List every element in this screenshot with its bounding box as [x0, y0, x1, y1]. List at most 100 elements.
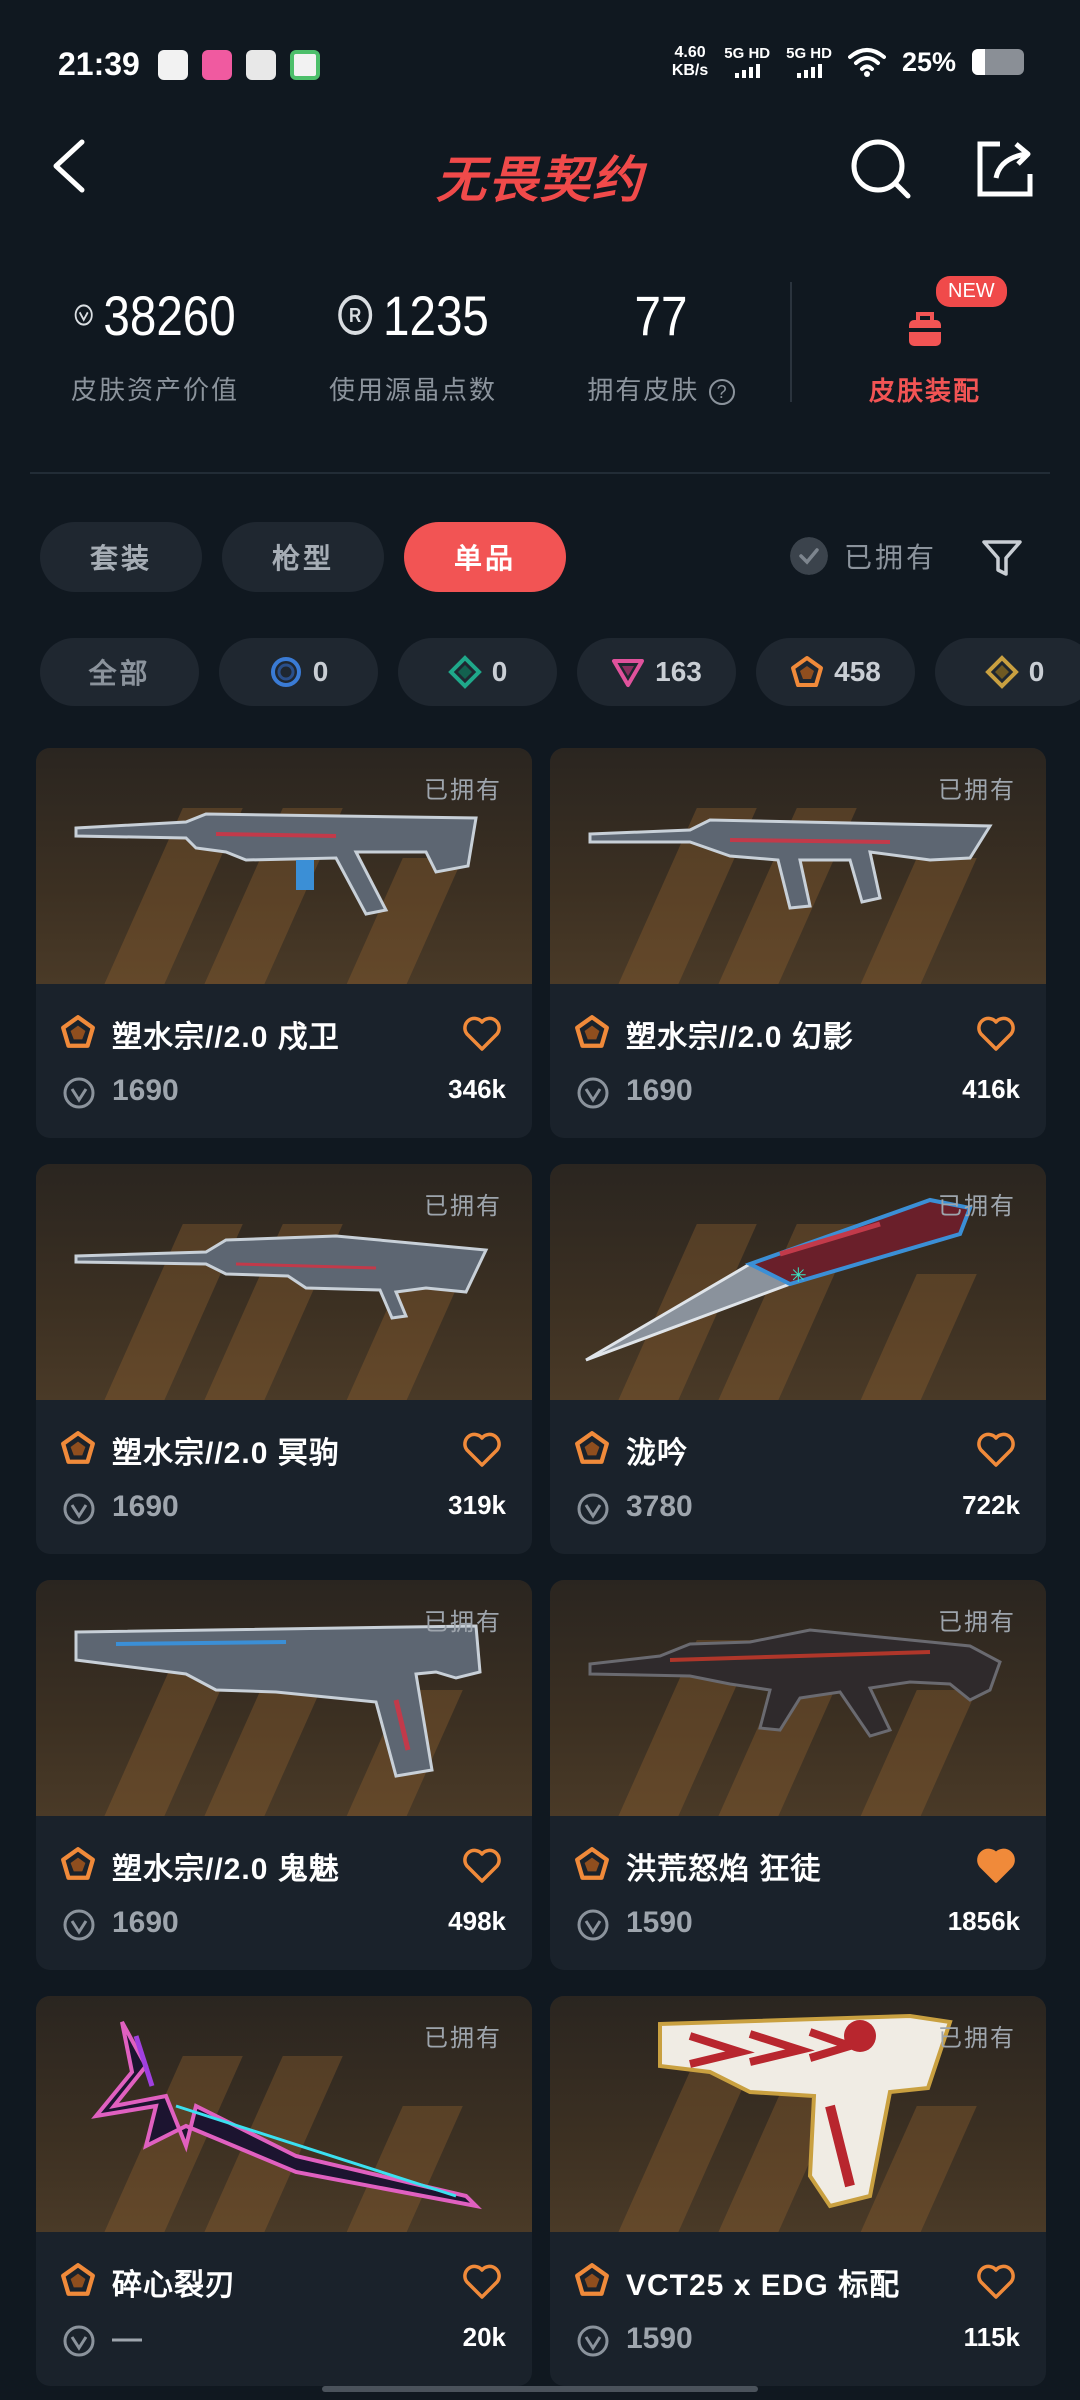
- skin-card[interactable]: 已拥有 塑水宗//2.0 冥驹 1690 319k: [36, 1164, 532, 1554]
- asset-stat: 38260 皮肤资产价值: [60, 280, 250, 407]
- green-diamond-icon: [447, 655, 482, 689]
- status-bar: 21:39 4.60 KB/s 5G HD 5G HD 25%: [0, 0, 1080, 120]
- share-icon[interactable]: [972, 136, 1038, 202]
- chip-select-tier[interactable]: 0: [219, 638, 378, 706]
- skin-name: 塑水宗//2.0 戍卫: [112, 1021, 340, 1054]
- equip-bag-icon: [909, 312, 941, 346]
- blue-ring-icon: [270, 657, 301, 687]
- app-notification-icon: [246, 50, 276, 80]
- wifi-icon: [847, 48, 886, 77]
- category-tabs: 套装 枪型 单品: [40, 522, 566, 592]
- skin-name: 泷吟: [626, 1437, 688, 1470]
- owned-tag: 已拥有: [424, 1609, 502, 1636]
- skin-equip-button[interactable]: NEW 皮肤装配: [860, 276, 1007, 408]
- like-count: 722k: [962, 1490, 1020, 1520]
- vp-coin-icon: [63, 1909, 95, 1941]
- like-count: 115k: [963, 2322, 1020, 2352]
- exclusive-tier-icon: [575, 1847, 609, 1880]
- asset-value-row: 38260: [74, 280, 236, 350]
- tab-weapon-types[interactable]: 枪型: [222, 522, 384, 592]
- heart-filled-icon[interactable]: [976, 1848, 1016, 1884]
- skin-card[interactable]: 已拥有 塑水宗//2.0 鬼魅 1690 498k: [36, 1580, 532, 1970]
- tab-bundles[interactable]: 套装: [40, 522, 202, 592]
- skin-price: 1690: [112, 1074, 179, 1107]
- skin-card[interactable]: 已拥有 塑水宗//2.0 戍卫 1690 346k: [36, 748, 532, 1138]
- skin-grid: 已拥有 塑水宗//2.0 戍卫 1690 346k 已拥有 塑水宗//2.0 幻…: [36, 748, 1046, 2386]
- app-notification-icon: [158, 50, 188, 80]
- heart-outline-icon[interactable]: [462, 1848, 502, 1884]
- chip-deluxe-tier[interactable]: 0: [398, 638, 557, 706]
- heart-outline-icon[interactable]: [462, 2264, 502, 2300]
- owned-filter-toggle[interactable]: 已拥有: [790, 536, 937, 576]
- filter-icon[interactable]: [980, 536, 1024, 580]
- skin-card[interactable]: 已拥有 洪荒怒焰 狂徒 1590 1856k: [550, 1580, 1046, 1970]
- skin-name: 洪荒怒焰 狂徒: [626, 1853, 822, 1886]
- tab-single-items[interactable]: 单品: [404, 522, 566, 592]
- owned-tag: 已拥有: [938, 777, 1016, 804]
- owned-tag: 已拥有: [424, 1193, 502, 1220]
- chip-count: 0: [312, 656, 329, 687]
- heart-outline-icon[interactable]: [462, 1016, 502, 1052]
- skin-price: 3780: [626, 1490, 693, 1523]
- pink-triangle-icon: [612, 659, 645, 687]
- skin-name: 塑水宗//2.0 鬼魅: [112, 1853, 340, 1886]
- vp-coin-icon: [577, 1909, 609, 1941]
- like-count: 319k: [448, 1490, 506, 1520]
- chip-ultra-tier[interactable]: 0: [935, 638, 1080, 706]
- heart-outline-icon[interactable]: [976, 1432, 1016, 1468]
- signal-bars-icon: [786, 62, 832, 78]
- owned-label-row[interactable]: 拥有皮肤 ?: [576, 370, 746, 407]
- skin-name: 塑水宗//2.0 幻影: [626, 1021, 854, 1054]
- exclusive-tier-icon: [575, 1431, 609, 1464]
- app-notification-icon: [202, 50, 232, 80]
- status-time: 21:39: [58, 46, 140, 82]
- skin-name: 塑水宗//2.0 冥驹: [112, 1437, 340, 1470]
- chip-exclusive-tier[interactable]: 458: [756, 638, 915, 706]
- skin-card[interactable]: 已拥有 塑水宗//2.0 幻影 1690 416k: [550, 748, 1046, 1138]
- like-count: 1856k: [947, 1906, 1020, 1936]
- chip-all[interactable]: 全部: [40, 638, 199, 706]
- skin-price: 1590: [626, 1906, 693, 1939]
- skin-price: 1690: [112, 1906, 179, 1939]
- heart-outline-icon[interactable]: [976, 1016, 1016, 1052]
- owned-tag: 已拥有: [938, 1193, 1016, 1220]
- signal-bars-icon: [724, 62, 770, 78]
- owned-tag: 已拥有: [424, 2025, 502, 2052]
- net-label-2: 5G HD: [786, 45, 832, 62]
- search-icon[interactable]: [848, 136, 914, 202]
- chip-premium-tier[interactable]: 163: [577, 638, 736, 706]
- exclusive-tier-icon: [61, 2263, 95, 2296]
- signal-2: 5G HD: [786, 46, 832, 78]
- gold-diamond-icon: [984, 655, 1019, 689]
- chip-count: 0: [491, 656, 508, 687]
- vp-coin-icon: [63, 1077, 95, 1109]
- section-divider: [30, 472, 1050, 474]
- skin-price: —: [112, 2322, 142, 2355]
- skin-card[interactable]: 已拥有 碎心裂刃 — 20k: [36, 1996, 532, 2386]
- battery-fill: [972, 49, 985, 75]
- like-count: 498k: [448, 1906, 506, 1936]
- heart-outline-icon[interactable]: [462, 1432, 502, 1468]
- svg-text:R: R: [349, 304, 362, 327]
- home-indicator[interactable]: [322, 2386, 758, 2392]
- skin-price: 1690: [112, 1490, 179, 1523]
- skin-card[interactable]: 已拥有 VCT25 x EDG 标配 1590 115k: [550, 1996, 1046, 2386]
- like-count: 346k: [448, 1074, 506, 1104]
- radianite-stat: R 1235 使用源晶点数: [318, 280, 508, 407]
- vp-coin-icon: [577, 1077, 609, 1109]
- radianite-icon: R: [337, 295, 372, 335]
- skin-price: 1590: [626, 2322, 693, 2355]
- vp-coin-icon: [63, 2325, 95, 2357]
- skin-card[interactable]: ✳ 已拥有 泷吟 3780 722k: [550, 1164, 1046, 1554]
- heart-outline-icon[interactable]: [976, 2264, 1016, 2300]
- chip-count: 163: [655, 656, 702, 687]
- owned-tag: 已拥有: [938, 2025, 1016, 2052]
- status-right: 4.60 KB/s 5G HD 5G HD 25%: [672, 44, 1024, 80]
- network-speed: 4.60 KB/s: [672, 44, 708, 80]
- vp-coin-icon: [63, 1493, 95, 1525]
- net-label-1: 5G HD: [724, 45, 771, 62]
- owned-stat: 77 拥有皮肤 ?: [576, 280, 746, 407]
- help-icon[interactable]: ?: [708, 379, 735, 406]
- owned-tag: 已拥有: [938, 1609, 1016, 1636]
- radianite-label: 使用源晶点数: [328, 375, 497, 405]
